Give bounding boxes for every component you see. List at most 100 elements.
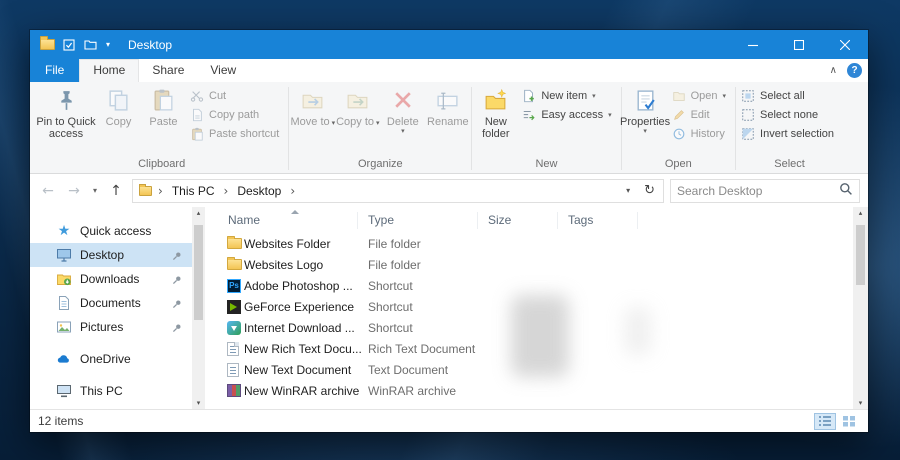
group-label-new: New: [535, 158, 558, 170]
edit-button[interactable]: Edit: [668, 105, 734, 124]
copy-path-button[interactable]: Copy path: [186, 105, 287, 124]
sidebar-item-downloads[interactable]: Downloads: [30, 267, 192, 291]
copy-to-button[interactable]: Copy to ▾: [335, 84, 380, 128]
scroll-down-arrow[interactable]: ▾: [197, 399, 201, 407]
delete-button[interactable]: Delete ▾: [380, 84, 425, 135]
downloads-icon: [56, 271, 72, 287]
minimize-ribbon-button[interactable]: ∧: [830, 65, 837, 76]
group-separator: [471, 87, 473, 170]
sidebar-item-pictures[interactable]: Pictures: [30, 315, 192, 339]
column-header-type[interactable]: Type: [358, 212, 478, 229]
window-folder-icon: [40, 36, 55, 50]
scissors-icon: [190, 90, 204, 102]
recent-locations-dropdown[interactable]: ▾: [88, 179, 102, 203]
qat-new-folder-button[interactable]: [84, 39, 97, 50]
back-button[interactable]: ←: [36, 179, 60, 203]
maximize-button[interactable]: [776, 30, 822, 59]
file-row[interactable]: Websites Folder File folder: [205, 233, 853, 254]
paste-button[interactable]: Paste: [141, 84, 186, 128]
help-button[interactable]: ?: [847, 63, 862, 78]
group-separator: [288, 87, 290, 170]
properties-button[interactable]: Properties ▾: [620, 84, 670, 135]
select-none-button[interactable]: Select none: [737, 105, 842, 124]
move-to-button[interactable]: Move to ▾: [290, 84, 335, 128]
rename-icon: [437, 92, 458, 110]
scrollbar-thumb[interactable]: [856, 225, 865, 285]
idm-icon: [227, 320, 241, 335]
pin-icon: [172, 322, 182, 336]
geforce-icon: [227, 299, 241, 314]
sidebar-scrollbar[interactable]: ▴ ▾: [192, 207, 205, 409]
tab-view[interactable]: View: [197, 59, 249, 82]
qat-properties-button[interactable]: [63, 38, 75, 51]
forward-button[interactable]: →: [62, 179, 86, 203]
select-all-button[interactable]: Select all: [737, 86, 842, 105]
column-header-name[interactable]: Name: [205, 212, 358, 229]
column-header-tags[interactable]: Tags: [558, 212, 638, 229]
copy-to-icon: [347, 94, 368, 109]
dropdown-arrow: ▾: [643, 127, 647, 135]
file-list-scrollbar[interactable]: ▴ ▾: [853, 207, 868, 409]
search-input[interactable]: [677, 183, 839, 198]
content-area: ★ Quick access Desktop Downloads Documen…: [30, 207, 868, 409]
sidebar-item-onedrive[interactable]: OneDrive: [30, 347, 192, 371]
column-header-size[interactable]: Size: [478, 212, 558, 229]
sidebar-item-desktop[interactable]: Desktop: [30, 243, 192, 267]
open-folder-icon: [672, 91, 685, 101]
sort-ascending-indicator: [291, 210, 299, 214]
pin-to-quick-access-button[interactable]: Pin to Quick access: [36, 84, 96, 140]
close-button[interactable]: [822, 30, 868, 59]
new-folder-button[interactable]: New folder: [473, 84, 518, 140]
tab-share[interactable]: Share: [139, 59, 197, 82]
select-none-icon: [742, 108, 754, 121]
refresh-button[interactable]: ↻: [640, 183, 659, 198]
items-count: 12 items: [38, 414, 84, 428]
open-button[interactable]: Open ▾: [668, 86, 734, 105]
copy-path-icon: [193, 108, 202, 121]
details-view-button[interactable]: [814, 412, 836, 430]
address-box[interactable]: › This PC › Desktop › ▾ ↻: [132, 178, 664, 203]
sidebar-item-quick-access[interactable]: ★ Quick access: [30, 219, 192, 243]
new-item-button[interactable]: New item ▾: [518, 86, 619, 105]
address-history-dropdown[interactable]: ▾: [620, 186, 636, 195]
paste-shortcut-button[interactable]: Paste shortcut: [186, 124, 287, 143]
caption-buttons: [730, 30, 868, 59]
documents-icon: [56, 295, 72, 311]
large-icons-view-button[interactable]: [838, 413, 860, 430]
scroll-down-arrow[interactable]: ▾: [859, 399, 863, 407]
file-row[interactable]: New WinRAR archive WinRAR archive: [205, 380, 853, 401]
invert-selection-button[interactable]: Invert selection: [737, 124, 842, 143]
easy-access-icon: [524, 110, 535, 120]
up-button[interactable]: ↑: [104, 179, 128, 203]
sidebar-item-this-pc[interactable]: This PC: [30, 379, 192, 403]
tab-file[interactable]: File: [30, 59, 80, 82]
minimize-button[interactable]: [730, 30, 776, 59]
dropdown-arrow: ▾: [722, 91, 727, 100]
history-clock-icon: [673, 128, 684, 139]
breadcrumb-separator: ›: [223, 183, 229, 198]
search-box: [670, 178, 860, 203]
scrollbar-thumb[interactable]: [194, 225, 203, 320]
file-row[interactable]: Websites Logo File folder: [205, 254, 853, 275]
rename-button[interactable]: Rename: [425, 84, 470, 128]
cut-button[interactable]: Cut: [186, 86, 287, 105]
tab-home[interactable]: Home: [79, 59, 140, 82]
search-icon[interactable]: [839, 182, 853, 199]
quick-access-star-icon: ★: [57, 223, 71, 239]
file-row[interactable]: Ps Adobe Photoshop ... Shortcut: [205, 275, 853, 296]
scroll-up-arrow[interactable]: ▴: [859, 209, 863, 217]
new-folder-icon: [485, 88, 507, 110]
history-button[interactable]: History: [668, 124, 734, 143]
breadcrumb-desktop[interactable]: Desktop: [232, 182, 286, 200]
scroll-up-arrow[interactable]: ▴: [197, 209, 201, 217]
ribbon-tab-bar: File Home Share View ∧ ?: [30, 59, 868, 82]
quick-access-toolbar: ▾: [63, 38, 110, 51]
copy-button[interactable]: Copy: [96, 84, 141, 128]
minimize-icon: [748, 44, 758, 46]
easy-access-button[interactable]: Easy access ▾: [518, 105, 619, 124]
sidebar-item-documents[interactable]: Documents: [30, 291, 192, 315]
folder-icon: [227, 257, 242, 270]
qat-customize-dropdown[interactable]: ▾: [106, 40, 110, 49]
breadcrumb-this-pc[interactable]: This PC: [167, 182, 220, 200]
navigation-pane: ★ Quick access Desktop Downloads Documen…: [30, 207, 192, 409]
